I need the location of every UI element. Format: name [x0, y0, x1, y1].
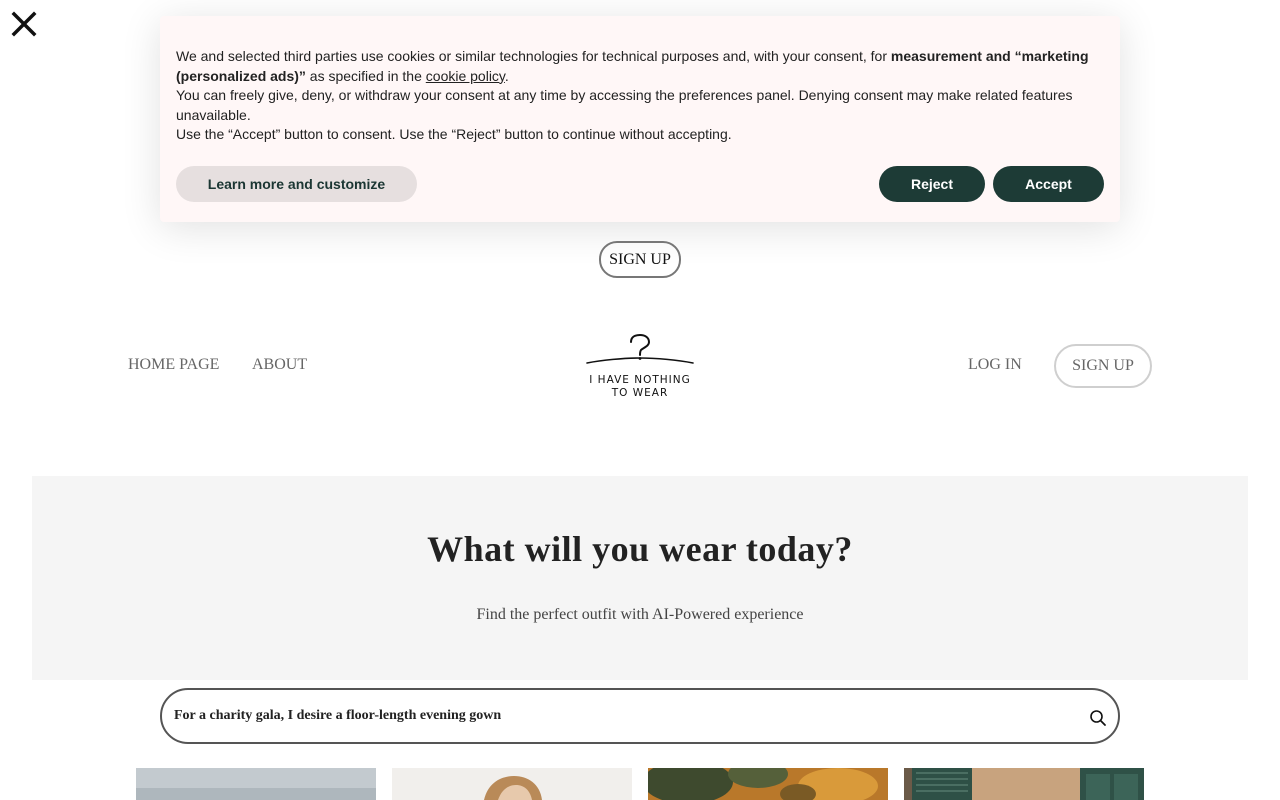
cookie-policy-link[interactable]: cookie policy — [426, 68, 505, 84]
logo-text-line-1: I HAVE NOTHING — [589, 374, 691, 386]
nav-home-page[interactable]: HOME PAGE — [128, 356, 219, 374]
cookie-consent-line-3: Use the “Accept” button to consent. Use … — [176, 126, 732, 142]
outfit-card-3[interactable] — [648, 768, 888, 800]
close-icon — [11, 11, 37, 37]
reject-button[interactable]: Reject — [879, 166, 985, 202]
search-icon[interactable] — [1089, 709, 1107, 727]
outfit-card-4[interactable] — [904, 768, 1144, 800]
cookie-consent-line-1: We and selected third parties use cookie… — [176, 47, 1096, 86]
cookie-consent-text: We and selected third parties use cookie… — [176, 47, 1096, 145]
logo-text-line-2: TO WEAR — [611, 387, 669, 399]
hanger-question-icon — [586, 333, 694, 364]
cookie-period: . — [504, 67, 509, 84]
hero-subtitle: Find the perfect outfit with AI-Powered … — [476, 606, 804, 623]
nav-log-in[interactable]: LOG IN — [968, 356, 1022, 374]
cookie-consent-line-2: You can freely give, deny, or withdraw y… — [176, 87, 1073, 123]
hero-title: What will you wear today? — [427, 529, 853, 569]
outfit-card-2[interactable] — [392, 768, 632, 800]
cookie-spec-text: as specified in the — [305, 67, 426, 84]
site-logo[interactable]: I HAVE NOTHING TO WEAR — [584, 333, 696, 401]
outfit-search-input[interactable] — [174, 690, 1064, 742]
cookie-intro-text: We and selected third parties use cookie… — [176, 48, 891, 64]
hero-section: What will you wear today? Find the perfe… — [32, 476, 1248, 680]
close-button[interactable] — [10, 10, 38, 38]
signup-button-top[interactable]: SIGN UP — [599, 241, 681, 278]
outfit-card-1[interactable] — [136, 768, 376, 800]
accept-button[interactable]: Accept — [993, 166, 1104, 202]
cookie-consent-banner: We and selected third parties use cookie… — [160, 16, 1120, 222]
nav-signup-button[interactable]: SIGN UP — [1054, 344, 1152, 388]
learn-more-customize-button[interactable]: Learn more and customize — [176, 166, 417, 202]
outfit-search-bar — [160, 688, 1120, 744]
nav-about[interactable]: ABOUT — [252, 356, 307, 374]
